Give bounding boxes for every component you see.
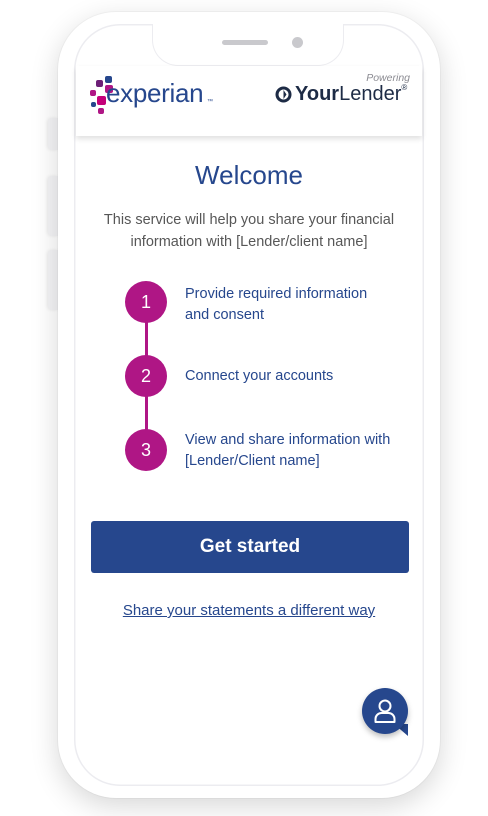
- phone-side-button-mid: [48, 176, 58, 236]
- user-icon: [374, 699, 396, 723]
- page-title: Welcome: [195, 160, 303, 190]
- phone-side-button-low: [48, 250, 58, 310]
- yourlender-logo-bold: Your: [295, 83, 340, 105]
- chat-button[interactable]: [362, 688, 408, 734]
- front-camera: [292, 37, 303, 48]
- yourlender-logo-icon: [275, 86, 292, 103]
- phone-notch: [152, 24, 344, 66]
- yourlender-logo-regular: Lender: [339, 83, 402, 105]
- step-number-2: 2: [125, 355, 167, 397]
- get-started-button[interactable]: Get started: [91, 521, 409, 573]
- speaker-grille: [222, 40, 268, 45]
- phone-side-button-top: [48, 118, 58, 150]
- step-text-2: Connect your accounts: [185, 368, 334, 384]
- experian-logo-text: experian: [106, 78, 204, 108]
- step-number-1: 1: [125, 281, 167, 323]
- share-statements-different-way-link[interactable]: Share your statements a different way: [76, 602, 422, 619]
- yourlender-logo-text: YourLender®: [295, 83, 407, 106]
- yourlender-registered: ®: [401, 83, 408, 92]
- intro-text: This service will help you share your fi…: [103, 212, 395, 250]
- step-text-1: Provide required information and consent: [185, 286, 368, 323]
- phone-screen: [74, 24, 424, 786]
- experian-trademark: ™: [207, 99, 213, 105]
- step-text-3: View and share information with [Lender/…: [185, 432, 391, 469]
- step-number-3: 3: [125, 429, 167, 471]
